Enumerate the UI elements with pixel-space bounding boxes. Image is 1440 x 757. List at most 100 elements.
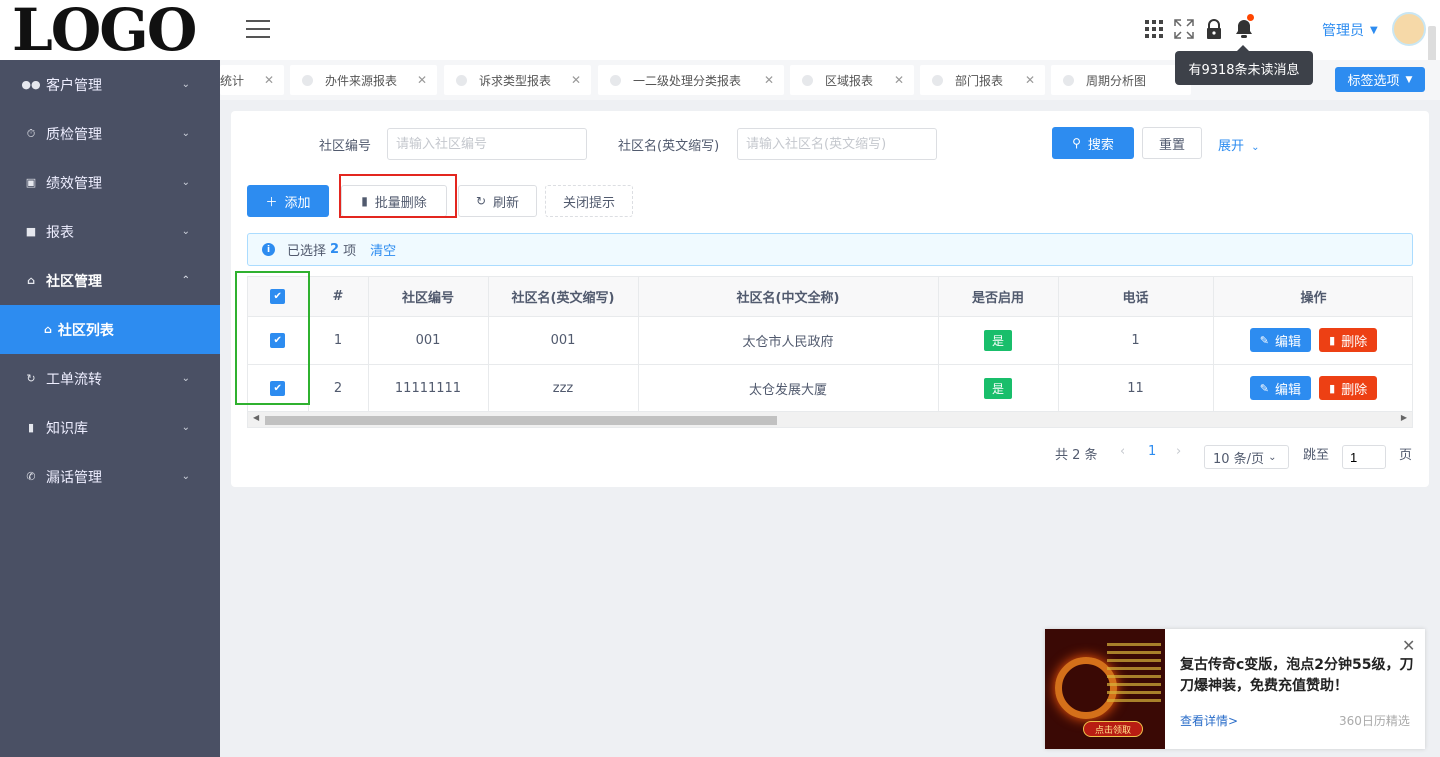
plus-icon: ＋ [265, 194, 278, 209]
name-label: 社区名(英文缩写) [618, 139, 720, 154]
sidebar-item-community-list[interactable]: ⌂ 社区列表 [0, 305, 220, 354]
add-button[interactable]: ＋ 添加 [247, 185, 329, 217]
tab-department-report[interactable]: 部门报表 ✕ [920, 65, 1045, 95]
chevron-down-icon: ⌄ [181, 177, 190, 188]
next-page-icon[interactable]: › [1176, 444, 1181, 459]
ad-image[interactable]: 点击领取 [1045, 629, 1165, 749]
close-icon[interactable]: ✕ [264, 73, 274, 87]
fullscreen-icon[interactable] [1174, 18, 1194, 40]
trash-icon: ▮ [361, 194, 368, 208]
table-header-row: ✔ # 社区编号 社区名(英文缩写) 社区名(中文全称) 是否启用 电话 操作 [248, 277, 1412, 317]
sidebar-item-label: 绩效管理 [46, 175, 102, 192]
lock-icon[interactable] [1204, 18, 1224, 40]
table-horizontal-scrollbar[interactable]: ◀ ▶ [248, 411, 1412, 427]
delete-button[interactable]: ▮ 删除 [1319, 376, 1378, 400]
tab-category-report[interactable]: 一二级处理分类报表 ✕ [598, 65, 784, 95]
delete-button[interactable]: ▮ 删除 [1319, 328, 1378, 352]
close-tip-button[interactable]: 关闭提示 [545, 185, 633, 217]
tab-statistics[interactable]: 统计 ✕ [220, 65, 284, 95]
sidebar-item-performance[interactable]: ▣ 绩效管理 ⌄ [0, 158, 220, 207]
sidebar-item-label: 知识库 [46, 420, 88, 437]
edit-button[interactable]: ✎ 编辑 [1249, 328, 1311, 352]
sidebar-item-knowledge[interactable]: ▮ 知识库 ⌄ [0, 403, 220, 452]
batch-delete-button[interactable]: ▮ 批量删除 [341, 185, 447, 217]
row-checkbox[interactable]: ✔ [270, 333, 286, 348]
tag-options-button[interactable]: 标签选项 ▼ [1335, 67, 1425, 92]
clear-selection-link[interactable]: 清空 [370, 240, 396, 259]
sidebar-item-workorder[interactable]: ↻ 工单流转 ⌄ [0, 354, 220, 403]
scrollbar-thumb[interactable] [265, 416, 777, 425]
close-icon[interactable]: ✕ [764, 73, 774, 87]
apps-grid-icon[interactable] [1144, 18, 1164, 40]
jump-page-input[interactable] [1342, 445, 1386, 469]
unread-messages-tooltip: 有9318条未读消息 [1175, 45, 1313, 85]
column-header: 社区编号 [368, 277, 489, 317]
scroll-right-icon[interactable]: ▶ [1401, 413, 1407, 422]
book-icon: ▮ [27, 421, 35, 434]
sidebar-item-quality[interactable]: ⏱ 质检管理 ⌄ [0, 109, 220, 158]
ad-title[interactable]: 复古传奇c变版，泡点2分钟55级，刀刀爆神装，免费充值赞助！ [1180, 655, 1415, 697]
tab-appeal-type-report[interactable]: 诉求类型报表 ✕ [444, 65, 591, 95]
row-checkbox[interactable]: ✔ [270, 381, 286, 396]
chevron-down-icon: ⌄ [181, 422, 190, 433]
page-number-current[interactable]: 1 [1148, 444, 1156, 459]
edit-icon: ✎ [1259, 381, 1269, 395]
select-all-header: ✔ [248, 277, 309, 317]
table-row: ✔ 1 001 001 太仓市人民政府 是 1 ✎ 编辑 ▮ 删除 [248, 316, 1412, 365]
reset-button[interactable]: 重置 [1142, 127, 1202, 159]
page-scrollbar[interactable] [1428, 26, 1436, 64]
column-header: 操作 [1213, 277, 1412, 317]
close-icon[interactable]: ✕ [571, 73, 581, 87]
close-icon[interactable]: ✕ [417, 73, 427, 87]
menu-toggle-icon[interactable] [246, 20, 270, 38]
sidebar-item-label: 漏话管理 [46, 469, 102, 486]
tooltip-text: 有9318条未读消息 [1188, 62, 1300, 78]
tab-label: 办件来源报表 [325, 73, 398, 88]
close-icon[interactable]: ✕ [894, 73, 904, 87]
ad-cta-button[interactable]: 点击领取 [1083, 721, 1143, 737]
search-icon: ⚲ [1072, 136, 1081, 150]
sidebar-item-community[interactable]: ⌂ 社区管理 ⌃ [0, 256, 220, 305]
close-icon[interactable]: ✕ [1025, 73, 1035, 87]
expand-link[interactable]: 展开 ⌄ [1218, 135, 1260, 154]
select-cell: ✔ [248, 364, 309, 413]
alert-suffix: 项 [343, 244, 357, 259]
ad-source: 360日历精选 [1339, 714, 1410, 728]
ad-popup[interactable]: 点击领取 复古传奇c变版，泡点2分钟55级，刀刀爆神装，免费充值赞助！ 查看详情… [1045, 629, 1425, 749]
tab-region-report[interactable]: 区域报表 ✕ [790, 65, 914, 95]
cell-full-name: 太仓发展大厦 [638, 364, 939, 413]
tab-source-report[interactable]: 办件来源报表 ✕ [290, 65, 437, 95]
community-name-input[interactable] [737, 128, 937, 160]
bell-icon[interactable] [1234, 14, 1254, 40]
tab-label: 区域报表 [825, 73, 874, 88]
sidebar-item-report[interactable]: ■ 报表 ⌄ [0, 207, 220, 256]
refresh-button[interactable]: ↻ 刷新 [458, 185, 537, 217]
page-size-select[interactable]: 10 条/页 ⌄ [1204, 445, 1289, 469]
scroll-left-icon[interactable]: ◀ [253, 413, 259, 422]
main-card: 社区编号 社区名(英文缩写) ⚲ 搜索 重置 展开 ⌄ ＋ 添加 ▮ 批量删除 … [231, 111, 1429, 487]
user-menu[interactable]: 管理员 ▼ [1322, 20, 1378, 40]
tab-dot-icon [1063, 74, 1074, 86]
tab-cycle-analysis[interactable]: 周期分析图 [1051, 65, 1191, 95]
sidebar-item-missed-call[interactable]: ✆ 漏话管理 ⌄ [0, 452, 220, 501]
trash-icon: ▮ [1329, 381, 1336, 395]
close-icon[interactable]: ✕ [1402, 636, 1415, 655]
edit-button[interactable]: ✎ 编辑 [1249, 376, 1311, 400]
chart-icon: ▣ [25, 176, 37, 189]
cell-phone: 1 [1058, 316, 1214, 365]
prev-page-icon[interactable]: ‹ [1120, 444, 1125, 459]
refresh-button-label: 刷新 [493, 195, 520, 211]
column-header: 电话 [1058, 277, 1214, 317]
sidebar-menu: ●● 客户管理 ⌄ ⏱ 质检管理 ⌄ ▣ 绩效管理 ⌄ ■ 报表 ⌄ ⌂ 社区管… [0, 60, 220, 501]
chevron-down-icon: ⌄ [181, 373, 190, 384]
caret-down-icon: ▼ [1405, 74, 1413, 85]
community-code-input[interactable] [387, 128, 587, 160]
select-all-checkbox[interactable]: ✔ [270, 289, 286, 305]
sidebar-item-customer[interactable]: ●● 客户管理 ⌄ [0, 60, 220, 109]
user-name: 管理员 [1322, 23, 1364, 39]
code-label: 社区编号 [319, 139, 372, 154]
sidebar-item-label: 工单流转 [46, 371, 102, 388]
search-button[interactable]: ⚲ 搜索 [1052, 127, 1134, 159]
ad-details-link[interactable]: 查看详情> [1180, 712, 1238, 729]
avatar[interactable] [1392, 12, 1426, 46]
